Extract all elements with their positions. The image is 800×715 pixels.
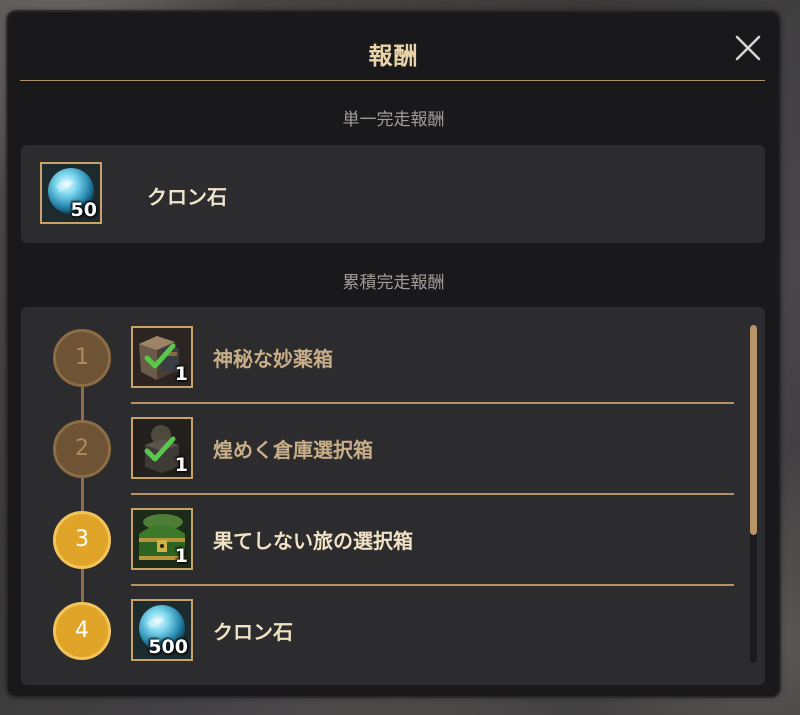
reward-item-name: クロン石 [213,620,293,644]
reward-item-slot[interactable]: 1 [131,508,193,570]
scrollbar-thumb[interactable] [750,325,757,535]
close-button[interactable] [732,32,764,64]
step-number-circle: 4 [53,602,111,660]
step-number-circle: 1 [53,329,111,387]
reward-item-name: 果てしない旅の選択箱 [213,529,413,553]
item-quantity: 50 [70,199,97,221]
reward-item-name: 煌めく倉庫選択箱 [213,438,373,462]
cumulative-reward-list[interactable]: 1 1 神秘な妙薬箱 2 1 煌めく倉庫選択箱 3 1 果てしない旅の選択箱 4… [21,307,765,685]
step-connector [81,569,84,602]
reward-item-slot[interactable]: 1 [131,417,193,479]
rewards-dialog: 報酬 単一完走報酬 50 クロン石 累積完走報酬 1 1 神秘な妙薬箱 2 1 … [8,12,779,696]
single-reward-label: 単一完走報酬 [342,110,445,130]
single-reward-card: 50 クロン石 [21,145,765,243]
dialog-title: 報酬 [368,42,419,70]
item-quantity: 1 [174,545,188,567]
step-connector [81,478,84,511]
cumulative-reward-label: 累積完走報酬 [342,273,445,293]
title-divider [20,80,765,81]
step-number-circle: 3 [53,511,111,569]
step-connector [81,387,84,420]
single-reward-item-name: クロン石 [147,185,227,209]
reward-item-slot[interactable]: 1 [131,326,193,388]
single-reward-item-slot[interactable]: 50 [40,162,102,224]
row-divider [131,493,734,495]
reward-item-slot[interactable]: 500 [131,599,193,661]
item-quantity: 500 [148,636,188,658]
row-divider [131,402,734,404]
step-number-circle: 2 [53,420,111,478]
row-divider [131,584,734,586]
item-quantity: 1 [174,363,188,385]
close-icon [735,35,761,61]
item-quantity: 1 [174,454,188,476]
reward-item-name: 神秘な妙薬箱 [213,347,333,371]
